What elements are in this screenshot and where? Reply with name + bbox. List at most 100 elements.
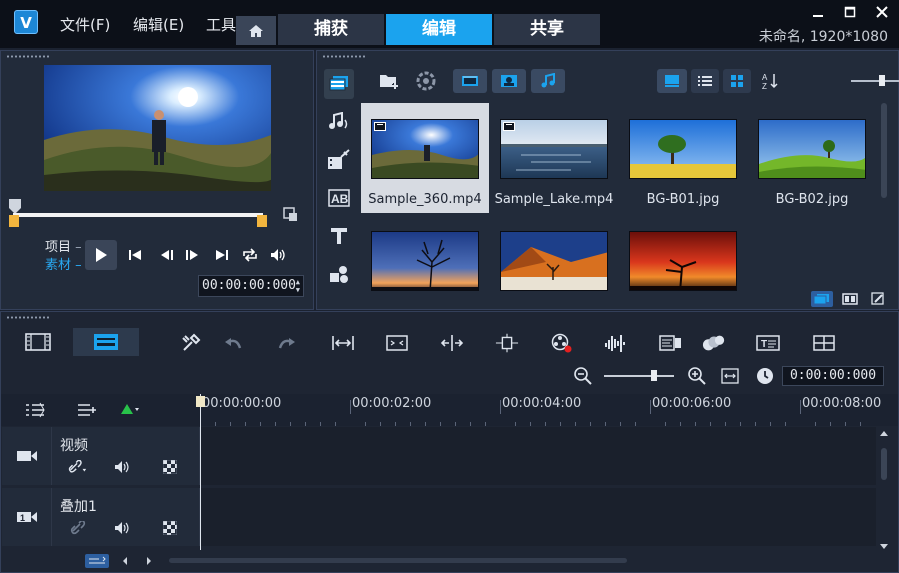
sort-icon[interactable]: AZ (757, 69, 783, 93)
panel-grip[interactable] (322, 55, 366, 58)
clock-icon[interactable] (756, 367, 774, 389)
view-grid-icon[interactable] (723, 69, 751, 93)
split-icon[interactable] (440, 332, 464, 354)
prev-frame-icon[interactable] (158, 247, 176, 263)
track-body[interactable] (201, 427, 876, 485)
next-frame-icon[interactable] (183, 247, 201, 263)
overlay-track-icon[interactable]: 1 (2, 488, 52, 546)
mode-clip[interactable]: 素材 – (45, 257, 82, 275)
track-checker-icon[interactable] (160, 520, 180, 536)
timecode-spinner[interactable]: ▲ ▼ (296, 278, 300, 294)
track-volume-icon[interactable] (112, 520, 132, 536)
zoom-slider[interactable] (604, 370, 674, 381)
link-icon[interactable] (68, 520, 88, 536)
edit-panel-icon[interactable] (867, 291, 889, 307)
track-checker-icon[interactable] (160, 459, 180, 475)
effects-icon[interactable] (324, 145, 354, 175)
tab-edit[interactable]: 编辑 (386, 14, 492, 45)
fit-timeline-button[interactable] (85, 554, 109, 568)
thumbnail-item[interactable] (619, 215, 747, 291)
graphics-icon[interactable] (324, 259, 354, 289)
show-videos-icon[interactable] (453, 69, 487, 93)
go-end-icon[interactable] (213, 247, 231, 263)
thumbnail-item[interactable] (361, 215, 489, 291)
show-audio-icon[interactable] (531, 69, 565, 93)
add-folder-icon[interactable] (373, 69, 407, 93)
undo-icon[interactable] (221, 332, 245, 354)
menu-file[interactable]: 文件(F) (60, 14, 110, 35)
trim-in-marker[interactable] (9, 215, 19, 227)
playhead-handle[interactable] (196, 396, 205, 407)
go-start-icon[interactable] (126, 247, 144, 263)
scroll-right-icon[interactable] (145, 555, 153, 571)
link-icon[interactable] (68, 459, 88, 475)
mode-project[interactable]: 项目 – (45, 239, 82, 257)
add-marker-icon[interactable] (119, 402, 141, 422)
thumbnail-item[interactable]: BG-B02.jpg (748, 103, 876, 213)
trim-out-marker[interactable] (257, 215, 267, 227)
menu-edit[interactable]: 编辑(E) (133, 14, 184, 35)
close-icon[interactable] (875, 6, 889, 20)
timeline-horizontal-scrollbar[interactable] (169, 558, 627, 563)
media-library-icon[interactable] (324, 69, 354, 99)
tab-capture[interactable]: 捕获 (278, 14, 384, 45)
audio-mixer-icon[interactable] (604, 332, 628, 354)
video-track-icon[interactable] (2, 427, 52, 485)
tab-share[interactable]: 共享 (494, 14, 600, 45)
view-list-icon[interactable] (691, 69, 719, 93)
slider-knob[interactable] (879, 75, 885, 86)
panel-grip[interactable] (6, 316, 50, 319)
audio-icon[interactable] (324, 107, 354, 137)
chapter-menu-icon[interactable] (77, 402, 97, 422)
home-tab[interactable] (236, 16, 276, 45)
redo-icon[interactable] (275, 332, 299, 354)
timeline-view-button[interactable] (73, 328, 139, 356)
track-body[interactable] (201, 488, 876, 546)
thumbnail-item[interactable]: Sample_360.mp4 (361, 103, 489, 213)
show-photos-icon[interactable] (492, 69, 526, 93)
import-icon[interactable] (409, 69, 443, 93)
volume-icon[interactable] (269, 247, 287, 263)
smart-proxy-icon[interactable] (331, 332, 355, 354)
subtitle-icon[interactable] (659, 332, 683, 354)
scroll-left-icon[interactable] (121, 555, 129, 571)
player-timecode[interactable]: 00:00:00:000 ▲ ▼ (198, 275, 304, 297)
title-editor-icon[interactable]: T (756, 332, 780, 354)
record-capture-icon[interactable] (550, 332, 574, 354)
maximize-icon[interactable] (843, 6, 857, 20)
multicam-icon[interactable] (702, 332, 726, 354)
scrub-bar[interactable] (13, 213, 263, 217)
track-video[interactable]: 视频 (2, 427, 876, 485)
scrubber[interactable] (9, 199, 269, 229)
storyboard-view-button[interactable] (5, 328, 71, 356)
zoom-knob[interactable] (651, 370, 657, 381)
panel-grip[interactable] (6, 55, 50, 58)
tools-icon[interactable] (179, 332, 203, 354)
transition-title-icon[interactable]: AB (324, 183, 354, 213)
thumbnail-item[interactable]: BG-B01.jpg (619, 103, 747, 213)
options-panel-icon[interactable] (839, 291, 861, 307)
track-overlay[interactable]: 1 叠加1 (2, 488, 876, 546)
zoom-out-icon[interactable] (573, 366, 593, 390)
play-button[interactable] (85, 240, 117, 270)
repeat-icon[interactable] (241, 247, 259, 263)
track-manager-icon[interactable] (25, 402, 45, 422)
library-scrollbar[interactable] (881, 103, 887, 198)
thumbnail-item[interactable]: Sample_Lake.mp4 (490, 103, 618, 213)
motion-icon[interactable] (495, 332, 519, 354)
menu-tools[interactable]: 工具 (206, 14, 236, 35)
thumbnail-size-slider[interactable] (851, 75, 899, 86)
timeline-ruler[interactable]: 00:00:00:00 00:00:02:00 00:00:04:00 00:00:0… (200, 394, 881, 426)
timeline-vertical-scrollbar[interactable] (877, 430, 891, 550)
track-volume-icon[interactable] (112, 459, 132, 475)
crop-icon[interactable] (385, 332, 409, 354)
thumbnail-item[interactable] (490, 215, 618, 291)
fit-project-icon[interactable] (721, 368, 739, 388)
title-icon[interactable] (324, 221, 354, 251)
view-storyboard-icon[interactable] (657, 69, 687, 93)
timeline-timecode[interactable]: 0:00:00:000 (782, 366, 884, 386)
library-panel-icon[interactable] (811, 291, 833, 307)
preview-window[interactable] (44, 65, 271, 191)
playhead[interactable] (196, 394, 205, 550)
minimize-icon[interactable] (811, 6, 825, 20)
